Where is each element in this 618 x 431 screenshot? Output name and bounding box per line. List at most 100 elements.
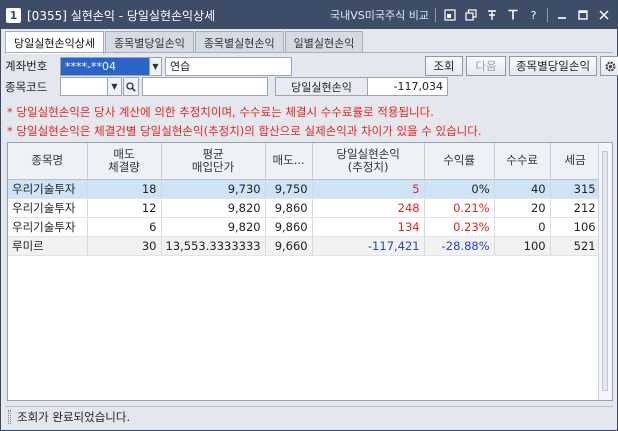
empty-cell [424,293,494,312]
empty-row [8,274,600,293]
minimize-icon[interactable] [554,8,569,23]
empty-cell [8,350,87,369]
empty-cell [87,255,161,274]
column-header-label: 종목명 [31,153,64,168]
tax-cell: 106 [550,217,601,237]
empty-row [8,255,600,274]
column-header[interactable]: 세금 [550,143,601,180]
empty-cell [8,331,87,350]
tab-daily-realized-pnl[interactable]: 일별실현손익 [284,31,364,53]
stock-search-button[interactable] [123,77,139,96]
column-header[interactable]: 당일실현손익 (추정치) [312,143,425,180]
tax-cell: 521 [550,236,601,256]
tab-bar: 당일실현손익상세 종목별당일손익 종목별실현손익 일별실현손익 [5,31,364,54]
stock-name-cell: 루미르 [8,236,88,256]
empty-cell [161,331,265,350]
column-header[interactable]: 수수료 [494,143,551,180]
column-header-label: 세금 [564,153,586,168]
empty-cell [161,388,265,407]
empty-cell [87,293,161,312]
empty-cell [8,388,87,407]
tab-daily-realized-detail[interactable]: 당일실현손익상세 [5,31,104,54]
table-row[interactable]: 루미르 30 13,553.3333333 9,660 -117,421 -28.88% 1… [8,236,601,256]
pin-icon[interactable] [484,8,499,23]
empty-cell [424,388,494,407]
column-header-sublabel: 매입단가 [191,159,235,174]
empty-cell [494,388,550,407]
empty-cell [424,274,494,293]
stock-code-dropdown-button[interactable]: ▼ [108,77,122,96]
empty-cell [87,369,161,388]
avg-buy-price-cell: 9,820 [161,217,266,237]
stock-daily-pnl-button[interactable]: 종목별당일손익 [509,56,597,76]
empty-row [8,331,600,350]
vertical-scrollbar[interactable] [598,143,612,400]
column-header-label: 매도 [113,146,135,161]
column-header-label: 당일실현손익 [336,146,400,161]
empty-cell [494,350,550,369]
empty-row [8,350,600,369]
column-header[interactable]: 매도 체결량 [87,143,162,180]
column-header[interactable]: 평균 매입단가 [161,143,266,180]
empty-cell [550,388,600,407]
column-header[interactable]: 매도... [265,143,313,180]
account-dropdown-button[interactable]: ▼ [150,56,162,76]
stock-name-cell: 우리기술투자 [8,198,88,218]
window-number-badge: 1 [6,7,21,23]
next-button[interactable]: 다음 [466,56,506,76]
column-header-sublabel: 체결량 [108,159,140,174]
table-row[interactable]: 우리기술투자 12 9,820 9,860 248 0.21% 20 212 [8,198,601,218]
duplicate-window-icon[interactable] [463,8,478,23]
tab-stock-realized-pnl[interactable]: 종목별실현손익 [194,31,284,53]
empty-cell [312,331,424,350]
fee-cell: 20 [494,198,551,218]
column-header-label: 수익률 [443,153,475,168]
account-label: 계좌번호 [5,59,48,73]
empty-cell [265,331,312,350]
status-message: 조회가 완료되었습니다. [17,409,131,424]
pnl-table: 종목명 매도 체결량 평균 매입단가 매도... 당일실현손익 (추정치) 수익률 수수료 세금 우… [8,143,601,426]
table-row[interactable]: 우리기술투자 6 9,820 9,860 134 0.23% 0 106 [8,217,601,237]
empty-cell [161,369,265,388]
table-row[interactable]: 우리기술투자 18 9,730 9,750 5 0% 40 315 [8,179,601,199]
help-icon[interactable]: ? [526,8,541,23]
empty-row [8,388,600,407]
query-button[interactable]: 조회 [425,56,463,76]
empty-row [8,312,600,331]
link-screen-icon[interactable] [442,8,457,23]
empty-cell [494,255,550,274]
avg-buy-price-cell: 13,553.3333333 [161,236,266,256]
avg-buy-price-cell: 9,730 [161,179,266,199]
return-rate-cell: 0% [424,179,495,199]
account-number-field[interactable]: ****-**04 [60,56,150,76]
font-size-icon[interactable] [505,8,520,23]
empty-cell [424,350,494,369]
empty-cell [550,274,600,293]
close-icon[interactable] [596,8,611,23]
column-header[interactable]: 종목명 [8,143,88,180]
scrollbar-thumb[interactable] [602,151,608,391]
empty-cell [87,388,161,407]
sell-price-cell: 9,750 [265,179,313,199]
sell-qty-cell: 30 [87,236,162,256]
maximize-icon[interactable] [575,8,590,23]
return-rate-cell: -28.88% [424,236,495,256]
account-row: 계좌번호 ****-**04 ▼ 연습 조회 다음 종목별당일손익 [5,56,618,76]
stock-code-input[interactable] [60,77,108,96]
empty-cell [265,293,312,312]
return-rate-cell: 0.21% [424,198,495,218]
empty-cell [494,369,550,388]
sell-price-cell: 9,660 [265,236,313,256]
tax-cell: 315 [550,179,601,199]
empty-cell [265,350,312,369]
realized-pnl-value: -117,034 [367,77,448,96]
column-header[interactable]: 수익률 [424,143,495,180]
tab-stock-daily-pnl[interactable]: 종목별당일손익 [104,31,194,53]
compare-link[interactable]: 국내VS미국주식 비교 [330,7,429,23]
realized-pnl-cell: 5 [312,179,425,199]
settings-button[interactable] [600,56,618,76]
empty-cell [424,312,494,331]
empty-cell [312,312,424,331]
fee-cell: 40 [494,179,551,199]
empty-cell [8,369,87,388]
